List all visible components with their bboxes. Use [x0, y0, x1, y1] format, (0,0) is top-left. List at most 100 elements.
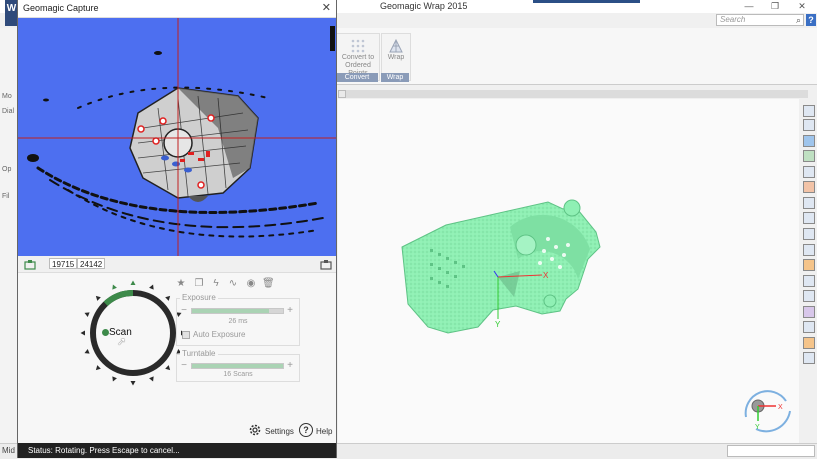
view-tool-button[interactable]: [803, 150, 815, 162]
turntable-slider[interactable]: [191, 363, 284, 369]
turntable-value: 16 Scans: [223, 371, 253, 378]
view-tool-button[interactable]: [803, 244, 815, 256]
close-icon[interactable]: ✕: [795, 1, 809, 12]
scan-preview[interactable]: [18, 18, 336, 256]
view-tool-button[interactable]: [803, 166, 815, 178]
wrap-title: Geomagic Wrap 2015: [380, 1, 468, 11]
rotation-progress-arc: [103, 290, 134, 307]
dial-tick: [95, 365, 101, 371]
close-icon[interactable]: ✕: [322, 1, 331, 14]
svg-text:Y: Y: [755, 424, 760, 431]
capture-statusbar: Status: Rotating. Press Escape to cancel…: [18, 443, 336, 458]
exposure-decrease-button[interactable]: −: [179, 305, 189, 316]
view-tool-button[interactable]: [803, 228, 815, 240]
dial-tick: [95, 295, 101, 301]
view-tool-button[interactable]: [803, 290, 815, 302]
dial-tick: [165, 295, 171, 301]
ribbon-group-wrap: Wrap: [381, 73, 409, 82]
capture-status-text: Status: Rotating. Press Escape to cancel…: [28, 446, 180, 455]
points-icon: [351, 39, 365, 53]
view-tool-button[interactable]: [803, 197, 815, 209]
document-tabstrip: [338, 90, 808, 98]
dial-tick: [165, 365, 171, 371]
search-icon: ⌕: [795, 15, 801, 25]
left-stub-label: Fil: [2, 193, 10, 200]
star-icon[interactable]: ★: [175, 278, 187, 289]
search-input[interactable]: Search ⌕: [716, 14, 804, 26]
3d-viewport[interactable]: X Y X Y: [338, 99, 799, 443]
svg-text:Y: Y: [495, 320, 501, 329]
restore-icon[interactable]: ❐: [768, 1, 782, 12]
dial-tick: [84, 349, 90, 354]
dial-tick: [130, 280, 136, 285]
view-tool-button[interactable]: [803, 259, 815, 271]
view-tool-button[interactable]: [803, 275, 815, 287]
dial-tick: [149, 376, 154, 382]
dial-tick: [149, 284, 154, 290]
help-label: Help: [316, 427, 333, 436]
eye-icon[interactable]: ◉: [245, 278, 257, 289]
mouse-cursor-icon: ➚: [117, 336, 127, 348]
ribbon-group-convert: Convert: [336, 73, 378, 82]
exposure-value: 26 ms: [228, 318, 248, 325]
dial-tick: [112, 376, 117, 382]
exposure-title: Exposure: [180, 293, 218, 302]
dial-tick: [130, 381, 136, 386]
wrap-status-field: [727, 445, 815, 457]
settings-label: Settings: [265, 427, 294, 436]
svg-text:X: X: [778, 404, 783, 411]
flash-icon[interactable]: ϟ: [210, 278, 222, 289]
left-stub-label: Op: [2, 166, 12, 173]
point-count-left: 19715: [49, 258, 78, 269]
view-tool-button[interactable]: [803, 337, 815, 349]
view-tool-button[interactable]: [803, 135, 815, 147]
minimize-icon[interactable]: —: [742, 1, 756, 11]
trash-icon[interactable]: 🗑: [262, 278, 275, 289]
view-tool-button[interactable]: [803, 105, 815, 117]
turntable-dial[interactable]: [78, 278, 188, 388]
dial-tick: [84, 312, 90, 317]
exposure-increase-button[interactable]: +: [285, 305, 295, 316]
view-tool-button[interactable]: [803, 306, 815, 318]
view-toolbar: [801, 99, 817, 443]
left-panel-stub: Mo Dial Op Fil: [0, 28, 18, 443]
view-tool-button[interactable]: [803, 119, 815, 131]
svg-text:X: X: [543, 271, 549, 280]
view-tool-button[interactable]: [803, 321, 815, 333]
copy-icon[interactable]: ❐: [193, 278, 205, 289]
scanned-part-model: X Y X Y: [401, 199, 791, 433]
left-stub-label: Dial: [2, 108, 15, 115]
wrap-button-label: Wrap: [387, 54, 405, 61]
capture-titlebar: Geomagic Capture ✕: [18, 0, 336, 18]
dial-tick: [80, 330, 85, 336]
view-tool-button[interactable]: [803, 181, 815, 193]
capture-window: Geomagic Capture ✕ 19715 24142 Scan ➚ ★ …: [17, 0, 337, 458]
capture-title: Geomagic Capture: [23, 3, 99, 13]
auto-exposure-checkbox[interactable]: [182, 331, 190, 339]
exposure-slider[interactable]: [191, 308, 284, 314]
help-button[interactable]: ?: [806, 14, 816, 26]
scan-status-dot: [102, 329, 109, 336]
turntable-increase-button[interactable]: +: [285, 360, 295, 371]
turntable-decrease-button[interactable]: −: [179, 360, 189, 371]
gear-icon: [249, 424, 261, 436]
auto-exposure-label: Auto Exposure: [193, 330, 246, 339]
view-tool-button[interactable]: [803, 352, 815, 364]
point-count-right: 24142: [77, 258, 106, 269]
scan-preview-image: [18, 18, 336, 256]
camera-right-icon[interactable]: [320, 260, 332, 270]
camera-left-icon[interactable]: [24, 260, 36, 270]
waveform-icon[interactable]: ∿: [227, 278, 239, 289]
wrap-status-text: Mid: [2, 446, 15, 455]
left-stub-label: Mo: [2, 93, 12, 100]
turntable-title: Turntable: [180, 349, 218, 358]
question-icon: ?: [299, 423, 313, 437]
view-tool-button[interactable]: [803, 212, 815, 224]
wrap-mesh-icon: [389, 38, 403, 53]
title-accent-bar: [533, 0, 640, 3]
orientation-triad-icon[interactable]: X Y: [744, 390, 791, 433]
document-tab[interactable]: [338, 90, 346, 98]
dial-tick: [112, 284, 117, 290]
search-placeholder: Search: [720, 15, 746, 24]
exposure-slider-fill: [192, 309, 270, 313]
